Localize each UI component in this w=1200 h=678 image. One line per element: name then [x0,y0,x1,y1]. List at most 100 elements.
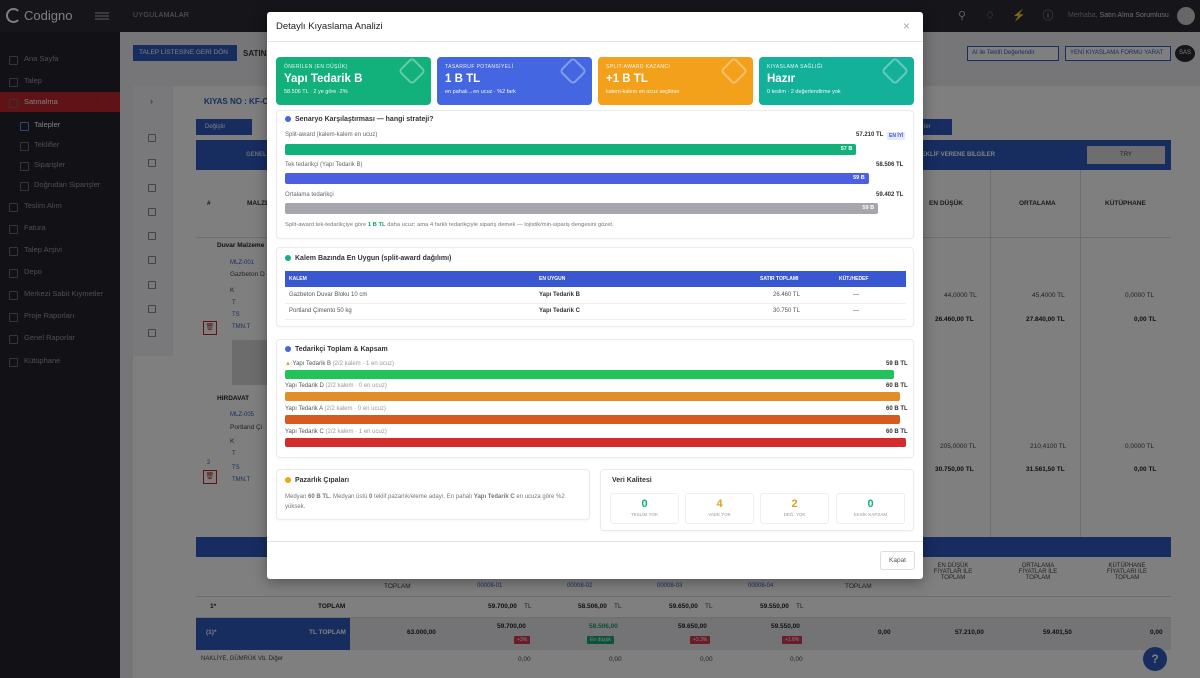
section-title-text: Senaryo Karşılaştırması — hangi strateji… [295,116,434,123]
quality-box: 4 VADE YOK [685,493,754,524]
close-button[interactable]: Kapat [880,551,915,570]
col-target: KÜT./HEDEF [839,276,869,282]
bar-chart-icon [285,346,291,353]
row-total: 30.750 TL [773,308,800,314]
target-value: — [853,292,859,298]
scale-icon [285,116,291,123]
kpi-label: SPLIT-AWARD KAZANCI [606,64,671,70]
target-value: — [853,308,859,314]
supplier-total: 60 B TL [886,406,908,412]
note-text: Split-award tek-tedarikçiye göre [285,222,368,228]
close-icon[interactable]: × [903,19,910,33]
quality-label: TESLİM YOK [631,512,658,517]
col-item: KALEM [289,276,307,282]
supplier-detail: (2/2 kalem · 0 en ucuz) [324,406,386,412]
supplier-name: Yapı Tedarik B [292,361,331,367]
scenario-value: 58.506 TL [876,162,904,168]
supplier-total: 59 B TL [886,361,908,367]
quality-label: VADE YOK [708,512,731,517]
text-part: . Medyan üstü [329,494,370,500]
supplier-detail: (2/2 kalem · 1 en ucuz) [325,429,387,435]
kpi-sub: 58.506 TL · 2 ye göre ·2% [284,89,348,95]
supplier-detail: (2/2 kalem · 1 en ucuz) [332,361,395,367]
item-name: Gazbeton Duvar Bloku 10 cm [289,292,368,298]
section-title: Tedarikçi Toplam & Kapsam [285,346,388,353]
quality-box: 0 EKSİK KAPSAM [836,493,905,524]
negotiation-text: Medyan 60 B TL. Medyan üstü 0 teklif paz… [285,492,581,512]
text-part: Medyan [285,494,309,500]
note-highlight: 1 B TL [367,222,386,228]
supplier-name: Yapı Tedarik C [285,429,324,435]
best-supplier: Yapı Tedarik C [539,308,580,314]
bar-label: 59 B [862,205,875,211]
scenario-label: Split-award (kalem-kalem en ucuz) [285,132,378,138]
supplier-total: 60 B TL [886,383,908,389]
quality-count: 2 [791,498,798,510]
scenario-bar: 59 B [285,173,869,184]
section-title: Senaryo Karşılaştırması — hangi strateji… [285,116,434,123]
supplier-name: Yapı Tedarik A [285,406,323,412]
col-row-total: SATIR TOPLAMI [760,276,799,282]
anchor-icon [285,477,291,484]
best-badge: EN İYİ [887,132,906,140]
trophy-icon: ▲ [285,361,291,367]
kpi-card-recommended: ÖNERİLEN (EN DÜŞÜK) Yapı Tedarik B 58.50… [276,57,431,105]
kpi-label: KIYASLAMA SAĞLIĞI [767,64,823,70]
best-supplier: Yapı Tedarik B [539,292,580,298]
scenario-note: Split-award tek-tedarikçiye göre 1 B TL … [285,222,614,228]
supplier-label: ▲ Yapı Tedarik B (2/2 kalem · 1 en ucuz) [285,361,394,367]
quality-label: DEĞ. YOK [783,512,806,517]
item-name: Portland Çimento 50 kg [289,308,352,314]
section-title: Pazarlık Çıpaları [285,477,349,484]
supplier-name: Yapı Tedarik D [285,383,324,389]
bar-label: 59 B [853,175,865,181]
kpi-label: ÖNERİLEN (EN DÜŞÜK) [284,64,348,70]
scenario-value: 57.210 TL [856,132,884,138]
section-title-text: Pazarlık Çıpaları [295,477,350,484]
section-title: Kalem Bazında En Uygun (split-award dağı… [285,255,451,262]
quality-label: EKSİK KAPSAM [853,512,888,517]
kpi-sub: kalem-kalem en ucuz seçilirse [606,89,680,95]
supplier-total: 60 B TL [886,429,908,435]
kpi-card-health: KIYASLAMA SAĞLIĞI Hazır 0 teslim · 2 değ… [759,57,914,105]
supplier-label: Yapı Tedarik C (2/2 kalem · 1 en ucuz) [285,429,387,435]
quality-count: 0 [867,498,874,510]
col-best: EN UYGUN [539,276,566,282]
supplier-label: Yapı Tedarik A (2/2 kalem · 0 en ucuz) [285,406,386,412]
section-title: Veri Kalitesi [612,477,652,484]
supplier-bar [285,415,900,424]
scenario-bar: 59 B [285,203,879,214]
supplier-bar [285,370,894,379]
item-table-header [285,271,906,287]
table-row [285,288,906,304]
bar-label: 57 B [840,146,853,152]
scenario-bar: 57 B [285,144,857,155]
note-text: daha ucuz; ama 4 farklı tedarikçiyle sip… [385,222,614,228]
supplier-detail: (2/2 kalem · 0 en ucuz) [325,383,387,389]
text-part: teklif pazarlık/eleme adayı. En pahalı [372,494,474,500]
kpi-sub: en pahalı→en ucuz · %2 fark [445,89,516,95]
quality-box: 2 DEĞ. YOK [760,493,829,524]
scenario-label: Tek tedarikçi (Yapı Tedarik B) [285,162,363,168]
quality-count: 4 [716,498,723,510]
text-highlight: Yapı Tedarik C [473,494,515,500]
text-highlight: 60 B TL [308,494,330,500]
table-row [285,304,906,320]
list-icon [285,255,291,262]
kpi-card-split: SPLIT-AWARD KAZANCI +1 B TL kalem-kalem … [598,57,753,105]
quality-box: 0 TESLİM YOK [610,493,679,524]
supplier-bar [285,438,906,447]
kpi-card-savings: TASARRUF POTANSİYELİ 1 B TL en pahalı→en… [437,57,592,105]
supplier-label: Yapı Tedarik D (2/2 kalem · 0 en ucuz) [285,383,387,389]
divider [267,541,923,542]
modal-title: Detaylı Kıyaslama Analizi [276,21,383,32]
kpi-label: TASARRUF POTANSİYELİ [445,64,514,70]
section-title-text: Kalem Bazında En Uygun (split-award dağı… [295,255,452,262]
kpi-sub: 0 teslim · 2 değerlendirme yok [767,89,841,95]
divider [267,41,923,42]
scenario-value: 59.402 TL [876,192,904,198]
scenario-label: Ortalama tedarikçi [285,192,334,198]
quality-count: 0 [641,498,648,510]
section-title-text: Tedarikçi Toplam & Kapsam [295,346,388,353]
supplier-bar [285,392,900,401]
